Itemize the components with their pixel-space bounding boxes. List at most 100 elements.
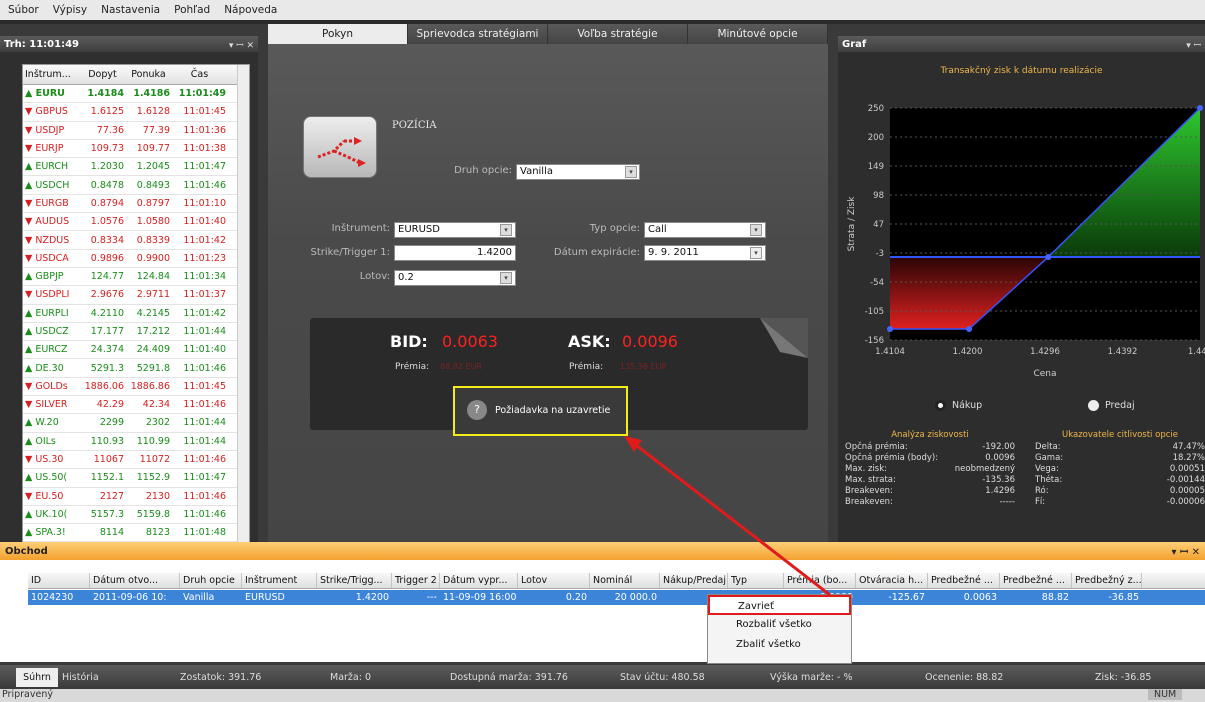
buy-radio[interactable]: Nákup (935, 400, 982, 411)
expiry-date-picker[interactable]: 9. 9. 2011 (644, 245, 766, 261)
trade-col-header[interactable]: Dátum otvo... (90, 573, 180, 588)
market-instrument: ▲ OILs (23, 436, 81, 447)
col-bid[interactable]: Dopyt (81, 69, 127, 80)
market-bid: 11067 (93, 454, 124, 466)
option-type-select[interactable]: Vanilla (516, 164, 640, 180)
trade-col-header[interactable]: Lotov (518, 573, 590, 588)
trade-col-header[interactable]: Strike/Trigg... (317, 573, 392, 588)
option-kind-select[interactable]: Call (644, 222, 766, 238)
instrument-dropdown-icon[interactable]: ▾ (500, 224, 512, 236)
market-row[interactable]: ▲ USDCZ 17.177 17.212 11:01:44 (23, 323, 249, 342)
market-scrollbar[interactable] (237, 65, 249, 543)
market-row[interactable]: ▲ DE.30 5291.3 5291.8 11:01:46 (23, 359, 249, 378)
arrow-down-icon: ▼ (25, 106, 33, 118)
arrow-down-icon: ▼ (25, 143, 33, 155)
menu-reports[interactable]: Výpisy (53, 4, 87, 16)
market-row[interactable]: ▼ EURJP 109.73 109.77 11:01:38 (23, 140, 249, 159)
lots-input[interactable]: 0.2 (394, 270, 516, 286)
market-row[interactable]: ▼ GBPUS 1.6125 1.6128 11:01:45 (23, 103, 249, 122)
market-row[interactable]: ▲ USDCH 0.8478 0.8493 11:01:46 (23, 176, 249, 195)
market-instrument: ▲ DE.30 (23, 363, 81, 374)
instrument-name: NZDUS (35, 234, 70, 246)
market-bid: 2127 (99, 490, 124, 502)
market-row[interactable]: ▲ EURCH 1.2030 1.2045 11:01:47 (23, 158, 249, 177)
market-row[interactable]: ▲ OILs 110.93 110.99 11:01:44 (23, 433, 249, 451)
trade-col-header[interactable]: ID (28, 573, 90, 588)
market-row[interactable]: ▲ EURPLI 4.2110 4.2145 11:01:42 (23, 305, 249, 323)
trade-col-header[interactable]: Predbežné ... (928, 573, 1000, 588)
x-tick-label: 1.4392 (1108, 347, 1138, 357)
market-instrument: ▲ SPA.3! (23, 527, 81, 538)
trade-col-header[interactable]: Trigger 2 (392, 573, 440, 588)
strike-input[interactable]: 1.4200 (394, 245, 516, 261)
greeks-list: Delta: 47.47% Gama: 18.27% Vega: 0.00051 Théta… (1035, 442, 1205, 508)
market-row[interactable]: ▼ USDPLI 2.9676 2.9711 11:01:37 (23, 286, 249, 305)
market-row[interactable]: ▼ USDJP 77.36 77.39 11:01:36 (23, 122, 249, 140)
stat-row: Ró: 0.00005 (1035, 486, 1205, 497)
market-row[interactable]: ▲ EURCZ 24.374 24.409 11:01:40 (23, 341, 249, 360)
trade-col-header[interactable]: Dátum vypr... (440, 573, 518, 588)
col-ask[interactable]: Ponuka (127, 69, 173, 80)
market-row[interactable]: ▼ AUDUS 1.0576 1.0580 11:01:40 (23, 213, 249, 232)
y-tick-label: -105 (865, 307, 884, 317)
market-row[interactable]: ▲ EURU 1.4184 1.4186 11:01:49 (23, 85, 249, 104)
instrument-name: USDJP (35, 124, 65, 136)
section-title: POZÍCIA (392, 120, 437, 131)
tab-history[interactable]: História (62, 668, 99, 687)
instrument-select[interactable]: EURUSD (394, 222, 516, 238)
menu-help[interactable]: Nápoveda (224, 4, 277, 16)
trade-panel-controls[interactable]: ▾ ꟷ ✕ (1171, 544, 1200, 558)
sell-label: Predaj (1105, 400, 1135, 411)
trade-col-header[interactable]: Druh opcie (180, 573, 242, 588)
instrument-name: EURGB (35, 197, 69, 209)
market-ask: 8123 (145, 527, 170, 539)
col-instrument[interactable]: Inštrum... (23, 69, 81, 80)
market-row[interactable]: ▼ SILVER 42.29 42.34 11:01:46 (23, 396, 249, 415)
instrument-name: SILVER (35, 399, 68, 411)
trade-col-header[interactable]: Inštrument (242, 573, 317, 588)
lots-stepper-icon[interactable]: ▾ (500, 272, 512, 284)
market-ask: 5291.8 (136, 362, 170, 374)
tab-minute-options[interactable]: Minútové opcie (688, 24, 828, 44)
graph-panel-controls[interactable]: ▾ ꟷ (1186, 38, 1201, 51)
option-kind-dropdown-icon[interactable]: ▾ (750, 224, 762, 236)
menu-view[interactable]: Pohľad (174, 4, 210, 16)
trade-col-header[interactable]: Otváracia h... (856, 573, 928, 588)
account-state: Stav účtu: 480.58 (620, 672, 705, 683)
market-bid: 8114 (99, 527, 124, 539)
option-type-dropdown-icon[interactable]: ▾ (625, 166, 637, 178)
menu-settings[interactable]: Nastavenia (101, 4, 160, 16)
market-time: 11:01:47 (183, 472, 226, 484)
tab-order[interactable]: Pokyn (268, 24, 408, 44)
trade-col-header[interactable]: Predbežný z... (1072, 573, 1142, 588)
tab-summary[interactable]: Súhrn (16, 668, 58, 687)
calendar-dropdown-icon[interactable]: ▾ (750, 247, 762, 259)
trade-col-header[interactable]: Predbežné ... (1000, 573, 1072, 588)
market-row[interactable]: ▲ GBPJP 124.77 124.84 11:01:34 (23, 268, 249, 287)
market-row[interactable]: ▲ W.20 2299 2302 11:01:44 (23, 414, 249, 433)
market-time: 11:01:40 (183, 216, 226, 228)
context-collapse-all[interactable]: Zbaliť všetko (708, 635, 851, 655)
market-row[interactable]: ▲ US.50(1152.1 1152.9 11:01:47 (23, 469, 249, 488)
market-instrument: ▼ USDCA (23, 253, 81, 264)
stat-row: Opčná prémia (body): 0.0096 (845, 453, 1015, 464)
col-time[interactable]: Čas (173, 69, 229, 80)
tab-strategy-guide[interactable]: Sprievodca stratégiami (408, 24, 548, 44)
market-bid: 0.9896 (90, 252, 124, 264)
trade-title: Obchod (5, 545, 48, 557)
market-row[interactable]: ▼ EURGB 0.8794 0.8797 11:01:10 (23, 195, 249, 214)
market-time: 11:01:46 (183, 508, 226, 520)
analysis-list: Opčná prémia: -192.00 Opčná prémia (body):… (845, 442, 1015, 508)
tab-strategy-choice[interactable]: Voľba stratégie (548, 24, 688, 44)
market-row[interactable]: ▼ NZDUS 0.8334 0.8339 11:01:42 (23, 231, 249, 250)
market-row[interactable]: ▼ US.30 11067 11072 11:01:46 (23, 451, 249, 470)
market-row[interactable]: ▲ SPA.3! 8114 8123 11:01:48 (23, 524, 249, 543)
sell-radio[interactable]: Predaj (1088, 400, 1135, 411)
market-bid: 1.2030 (90, 161, 124, 173)
market-row[interactable]: ▼ GOLDs 1886.06 1886.86 11:01:45 (23, 378, 249, 397)
market-panel-controls[interactable]: ▾ ꟷ ✕ (229, 38, 254, 51)
market-row[interactable]: ▼ EU.50 2127 2130 11:01:46 (23, 488, 249, 506)
market-row[interactable]: ▼ USDCA 0.9896 0.9900 11:01:23 (23, 250, 249, 268)
menu-file[interactable]: Súbor (8, 4, 39, 16)
market-row[interactable]: ▲ UK.10(5157.3 5159.8 11:01:46 (23, 506, 249, 525)
